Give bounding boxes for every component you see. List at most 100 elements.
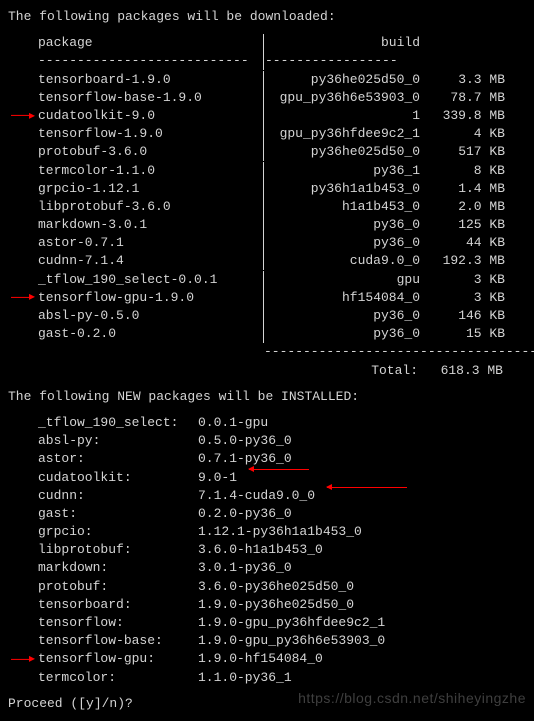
header-divider: ----------------------------------------…: [38, 52, 526, 70]
install-name: cudnn:: [38, 487, 198, 505]
download-size: 4 KB: [420, 125, 505, 143]
install-name: gast:: [38, 505, 198, 523]
download-package: _tflow_190_select-0.0.1: [38, 271, 263, 289]
download-row: tensorflow-1.9.0gpu_py36hfdee9c2_14 KB: [38, 125, 526, 143]
download-build: 1: [265, 107, 420, 125]
download-size: 517 KB: [420, 143, 505, 161]
download-build: h1a1b453_0: [265, 198, 420, 216]
install-version: 7.1.4-cuda9.0_0: [198, 487, 315, 505]
download-package: tensorflow-1.9.0: [38, 125, 263, 143]
install-version: 9.0-1: [198, 469, 237, 487]
download-row: gast-0.2.0py36_015 KB: [38, 325, 526, 343]
download-row: cudatoolkit-9.01339.8 MB: [38, 107, 526, 125]
download-package: libprotobuf-3.6.0: [38, 198, 263, 216]
download-size: 78.7 MB: [420, 89, 505, 107]
highlight-arrow-icon: [327, 487, 407, 489]
watermark-text: https://blog.csdn.net/shiheyingzhe: [298, 689, 526, 709]
download-row: markdown-3.0.1py36_0125 KB: [38, 216, 526, 234]
install-name: astor:: [38, 450, 198, 468]
install-row: protobuf:3.6.0-py36he025d50_0: [38, 578, 526, 596]
download-build: py36_0: [265, 216, 420, 234]
highlight-arrow-icon: [11, 289, 35, 307]
download-row: termcolor-1.1.0py36_18 KB: [38, 162, 526, 180]
download-package: gast-0.2.0: [38, 325, 263, 343]
download-size: 15 KB: [420, 325, 505, 343]
download-build: gpu_py36hfdee9c2_1: [265, 125, 420, 143]
install-row: _tflow_190_select:0.0.1-gpu: [38, 414, 526, 432]
download-size: 3 KB: [420, 289, 505, 307]
download-build: py36_0: [265, 307, 420, 325]
install-name: tensorflow:: [38, 614, 198, 632]
download-header: package build: [38, 34, 526, 52]
install-heading: The following NEW packages will be INSTA…: [8, 388, 526, 406]
download-size: 192.3 MB: [420, 252, 505, 270]
download-size: 3 KB: [420, 271, 505, 289]
install-version: 0.0.1-gpu: [198, 414, 268, 432]
install-version: 1.9.0-gpu_py36h6e53903_0: [198, 632, 385, 650]
download-row: _tflow_190_select-0.0.1gpu3 KB: [38, 271, 526, 289]
download-package: tensorflow-base-1.9.0: [38, 89, 263, 107]
install-row: markdown:3.0.1-py36_0: [38, 559, 526, 577]
install-row: tensorflow:1.9.0-gpu_py36hfdee9c2_1: [38, 614, 526, 632]
download-package: markdown-3.0.1: [38, 216, 263, 234]
footer-divider: ----------------------------------------…: [38, 343, 526, 361]
install-name: grpcio:: [38, 523, 198, 541]
download-row: cudnn-7.1.4cuda9.0_0192.3 MB: [38, 252, 526, 270]
download-row: grpcio-1.12.1py36h1a1b453_01.4 MB: [38, 180, 526, 198]
download-build: py36_0: [265, 325, 420, 343]
total-value: 618.3 MB: [418, 362, 503, 380]
install-name: tensorflow-gpu:: [38, 650, 198, 668]
install-version: 1.9.0-py36he025d50_0: [198, 596, 354, 614]
install-version: 3.6.0-py36he025d50_0: [198, 578, 354, 596]
install-name: cudatoolkit:: [38, 469, 198, 487]
col-package-header: package: [38, 34, 263, 52]
download-package: grpcio-1.12.1: [38, 180, 263, 198]
download-package: protobuf-3.6.0: [38, 143, 263, 161]
highlight-arrow-icon: [11, 650, 35, 668]
install-row: cudnn:7.1.4-cuda9.0_0: [38, 487, 526, 505]
install-version: 0.7.1-py36_0: [198, 450, 292, 468]
download-package: tensorboard-1.9.0: [38, 71, 263, 89]
download-build: gpu_py36h6e53903_0: [265, 89, 420, 107]
download-package: astor-0.7.1: [38, 234, 263, 252]
download-package: cudatoolkit-9.0: [38, 107, 263, 125]
download-row: tensorflow-base-1.9.0gpu_py36h6e53903_07…: [38, 89, 526, 107]
install-version: 0.2.0-py36_0: [198, 505, 292, 523]
install-version: 3.0.1-py36_0: [198, 559, 292, 577]
download-size: 1.4 MB: [420, 180, 505, 198]
install-version: 1.12.1-py36h1a1b453_0: [198, 523, 362, 541]
highlight-arrow-icon: [11, 107, 35, 125]
download-build: py36he025d50_0: [265, 143, 420, 161]
download-build: hf154084_0: [265, 289, 420, 307]
download-row: libprotobuf-3.6.0h1a1b453_02.0 MB: [38, 198, 526, 216]
install-row: tensorflow-base:1.9.0-gpu_py36h6e53903_0: [38, 632, 526, 650]
install-version: 1.1.0-py36_1: [198, 669, 292, 687]
download-size: 3.3 MB: [420, 71, 505, 89]
download-row: absl-py-0.5.0py36_0146 KB: [38, 307, 526, 325]
highlight-arrow-icon: [249, 469, 309, 471]
install-name: tensorboard:: [38, 596, 198, 614]
download-row: tensorboard-1.9.0py36he025d50_03.3 MB: [38, 71, 526, 89]
download-package: termcolor-1.1.0: [38, 162, 263, 180]
download-heading: The following packages will be downloade…: [8, 8, 526, 26]
install-row: tensorboard:1.9.0-py36he025d50_0: [38, 596, 526, 614]
install-version: 1.9.0-gpu_py36hfdee9c2_1: [198, 614, 385, 632]
download-size: 339.8 MB: [420, 107, 505, 125]
install-row: termcolor:1.1.0-py36_1: [38, 669, 526, 687]
install-name: _tflow_190_select:: [38, 414, 198, 432]
install-row: grpcio:1.12.1-py36h1a1b453_0: [38, 523, 526, 541]
download-size: 8 KB: [420, 162, 505, 180]
install-row: absl-py:0.5.0-py36_0: [38, 432, 526, 450]
download-build: gpu: [265, 271, 420, 289]
download-package: tensorflow-gpu-1.9.0: [38, 289, 263, 307]
download-size: 125 KB: [420, 216, 505, 234]
download-size: 44 KB: [420, 234, 505, 252]
download-build: py36he025d50_0: [265, 71, 420, 89]
install-version: 0.5.0-py36_0: [198, 432, 292, 450]
install-name: absl-py:: [38, 432, 198, 450]
download-build: py36_1: [265, 162, 420, 180]
install-name: markdown:: [38, 559, 198, 577]
install-row: astor:0.7.1-py36_0: [38, 450, 526, 468]
download-size: 146 KB: [420, 307, 505, 325]
download-build: py36h1a1b453_0: [265, 180, 420, 198]
